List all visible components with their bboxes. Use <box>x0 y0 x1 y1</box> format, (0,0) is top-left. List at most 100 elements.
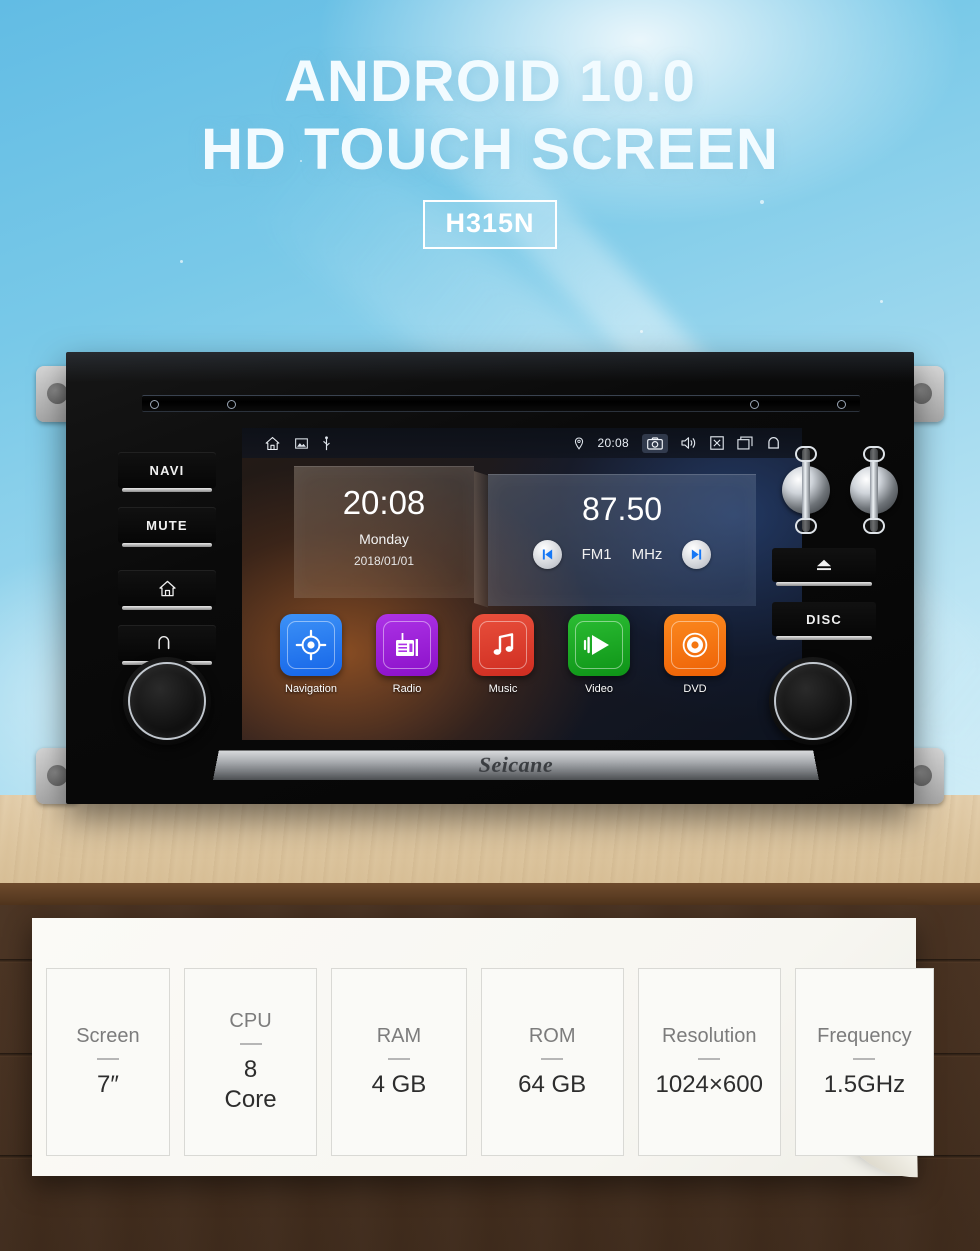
spec-label-screen: Screen <box>76 1024 140 1047</box>
usb-icon[interactable] <box>322 435 331 451</box>
app-label-dvd: DVD <box>683 683 707 695</box>
disc-icon <box>682 632 708 658</box>
spec-label-cpu: CPU <box>229 1009 272 1032</box>
spec-card-frequency: Frequency 1.5GHz <box>794 968 934 1156</box>
clock-widget[interactable]: 20:08 Monday 2018/01/01 <box>294 466 474 598</box>
vent-cap-bottom <box>795 518 817 534</box>
home-widgets: 20:08 Monday 2018/01/01 87.50 FM1 MHz <box>294 466 756 608</box>
spec-label-ram: RAM <box>376 1024 422 1047</box>
skip-previous-button[interactable] <box>532 540 562 569</box>
clock-widget-side-face <box>474 471 488 608</box>
app-radio[interactable]: Radio <box>372 614 442 695</box>
spec-value-resolution: 1024×600 <box>655 1070 763 1098</box>
camera-icon[interactable] <box>642 433 668 453</box>
vent-knob-group <box>778 446 902 534</box>
back-button[interactable] <box>118 625 216 665</box>
sparkle-icon <box>180 260 183 263</box>
vent-cap-bottom <box>863 518 885 534</box>
music-note-icon <box>493 633 514 655</box>
radio-widget[interactable]: 87.50 FM1 MHz <box>488 474 756 606</box>
app-music[interactable]: Music <box>468 614 538 695</box>
app-tile-video <box>568 614 630 676</box>
slot-indicator-icon <box>837 400 846 409</box>
mute-button[interactable]: MUTE <box>118 507 216 547</box>
spec-value-frequency: 1.5GHz <box>823 1070 906 1098</box>
left-button-column: NAVI MUTE <box>118 452 216 680</box>
hero-headline-group: ANDROID 10.0 HD TOUCH SCREEN H315N <box>0 48 980 249</box>
app-tile-dvd <box>664 614 726 676</box>
clock-widget-date: 2018/01/01 <box>353 554 415 568</box>
spec-card-row: Screen 7″ CPU 8 Core RAM 4 GB ROM 64 GB … <box>46 968 934 1156</box>
clock-widget-time: 20:08 <box>342 484 426 521</box>
home-button[interactable] <box>118 570 216 610</box>
sparkle-icon <box>880 300 883 303</box>
app-label-radio: Radio <box>392 683 422 695</box>
brand-strip: Seicane <box>213 750 819 780</box>
location-pin-icon <box>574 436 584 450</box>
app-label-video: Video <box>585 683 613 695</box>
spec-divider <box>698 1057 721 1060</box>
mute-button-label: MUTE <box>146 517 188 533</box>
disc-button-label: DISC <box>806 611 842 627</box>
app-dvd[interactable]: DVD <box>660 614 730 695</box>
navi-button-label: NAVI <box>149 462 185 478</box>
vent-knob-right[interactable] <box>846 446 902 534</box>
volume-knob-left[interactable] <box>123 657 211 745</box>
skip-next-button[interactable] <box>682 540 712 569</box>
vent-cap-top <box>863 446 885 462</box>
app-label-navigation: Navigation <box>285 683 337 695</box>
unit-top-sheen <box>66 352 914 382</box>
spec-value-screen: 7″ <box>96 1070 119 1098</box>
app-tile-radio <box>376 614 438 676</box>
eject-button[interactable] <box>772 548 876 586</box>
close-box-icon[interactable] <box>710 436 724 450</box>
navigation-target-icon <box>295 629 327 661</box>
radio-icon <box>396 633 418 656</box>
clock-widget-weekday: Monday <box>359 531 409 547</box>
spec-divider <box>853 1057 876 1060</box>
model-badge: H315N <box>423 200 557 249</box>
disc-button[interactable]: DISC <box>772 602 876 640</box>
spec-value-cpu: 8 Core <box>224 1055 277 1113</box>
spec-card-ram: RAM 4 GB <box>331 968 467 1156</box>
slot-indicator-icon <box>750 400 759 409</box>
vent-cap-top <box>795 446 817 462</box>
spec-value-ram: 4 GB <box>371 1070 427 1098</box>
recents-icon[interactable] <box>737 436 753 450</box>
status-bar-clock: 20:08 <box>597 436 629 450</box>
app-navigation[interactable]: Navigation <box>276 614 346 695</box>
spec-divider <box>239 1042 262 1045</box>
app-label-music: Music <box>488 683 518 695</box>
sparkle-icon <box>640 330 643 333</box>
status-bar-right-icons: 20:08 <box>574 433 802 453</box>
car-stereo-unit: NAVI MUTE 20:08 20:08 Monday 2018/01/01 … <box>36 352 944 812</box>
app-tile-navigation <box>280 614 342 676</box>
android-status-bar: 20:08 <box>242 428 802 458</box>
image-icon[interactable] <box>295 437 308 449</box>
skip-next-icon <box>692 549 702 560</box>
spec-card-screen: Screen 7″ <box>46 968 170 1156</box>
spec-label-rom: ROM <box>528 1024 576 1047</box>
play-icon <box>583 635 609 655</box>
touch-screen[interactable]: 20:08 20:08 Monday 2018/01/01 87.50 FM1 … <box>242 428 802 740</box>
spec-divider <box>96 1057 119 1060</box>
back-icon <box>158 636 170 650</box>
spec-divider <box>387 1057 410 1060</box>
brand-logo: Seicane <box>478 752 554 777</box>
headline-line-2: HD TOUCH SCREEN <box>201 117 779 182</box>
spec-card-resolution: Resolution 1024×600 <box>637 968 781 1156</box>
eject-icon <box>817 559 831 571</box>
volume-knob-right[interactable] <box>769 657 857 745</box>
dvd-slot[interactable] <box>142 395 860 412</box>
home-icon[interactable] <box>264 435 281 452</box>
app-tile-music <box>472 614 534 676</box>
radio-unit-label: MHz <box>631 546 663 563</box>
vent-knob-left[interactable] <box>778 446 834 534</box>
app-video[interactable]: Video <box>564 614 634 695</box>
radio-band-label: FM1 <box>581 546 612 563</box>
volume-icon[interactable] <box>681 436 697 450</box>
spec-value-rom: 64 GB <box>518 1070 587 1098</box>
status-bar-left-icons <box>242 435 331 452</box>
navi-button[interactable]: NAVI <box>118 452 216 492</box>
headline-line-1: ANDROID 10.0 <box>284 49 696 114</box>
